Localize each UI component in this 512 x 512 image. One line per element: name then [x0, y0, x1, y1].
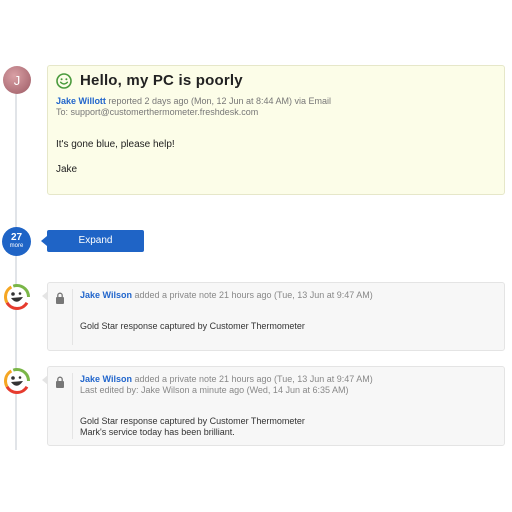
ticket-title: Hello, my PC is poorly: [80, 72, 243, 89]
more-label: more: [9, 243, 24, 249]
note-body-line: Gold Star response captured by Customer …: [80, 321, 305, 331]
note-divider: [72, 289, 73, 345]
lock-icon: [56, 292, 64, 304]
smile-icon: [56, 72, 72, 89]
ticket-signature: Jake: [56, 164, 78, 175]
note-body: Gold Star response captured by Customer …: [80, 416, 305, 438]
more-count: 27: [10, 232, 23, 243]
private-note-card: Jake Wilson added a private note 21 hour…: [42, 366, 505, 446]
ticket-header: Hello, my PC is poorly: [56, 72, 243, 89]
note-body: Gold Star response captured by Customer …: [80, 321, 305, 332]
note-author-link[interactable]: Jake Wilson: [80, 290, 132, 300]
ticket-body: It's gone blue, please help! Jake: [56, 139, 175, 189]
ticket-reported-info: reported 2 days ago (Mon, 12 Jun at 8:44…: [105, 96, 332, 106]
note-timestamp: added a private note 21 hours ago (Tue, …: [131, 290, 373, 300]
note-author-link[interactable]: Jake Wilson: [80, 374, 132, 384]
requester-avatar[interactable]: J: [3, 66, 31, 94]
avatar-initial: J: [13, 72, 21, 88]
expand-button[interactable]: Expand: [41, 230, 144, 252]
ticket-meta: Jake Willott reported 2 days ago (Mon, 1…: [56, 96, 331, 118]
note-meta: Jake Wilson added a private note 21 hour…: [80, 290, 373, 301]
private-note-card: Jake Wilson added a private note 21 hour…: [42, 282, 505, 351]
thermometer-logo-icon[interactable]: [3, 367, 31, 395]
more-conversations-badge[interactable]: 27 more: [2, 227, 31, 256]
ticket-description-card: Hello, my PC is poorly Jake Willott repo…: [47, 65, 505, 195]
requester-link[interactable]: Jake Willott: [56, 96, 106, 106]
timeline-line: [15, 90, 17, 450]
note-body-line: Mark's service today has been brilliant.: [80, 427, 235, 437]
lock-icon: [56, 376, 64, 388]
note-edited-info: Last edited by: Jake Wilson a minute ago…: [80, 385, 349, 395]
ticket-to-address: To: support@customerthermometer.freshdes…: [56, 107, 259, 117]
note-timestamp: added a private note 21 hours ago (Tue, …: [131, 374, 373, 384]
note-body-line: Gold Star response captured by Customer …: [80, 416, 305, 426]
note-divider: [72, 373, 73, 439]
thermometer-logo-icon[interactable]: [3, 283, 31, 311]
ticket-body-line: It's gone blue, please help!: [56, 139, 175, 150]
note-meta: Jake Wilson added a private note 21 hour…: [80, 374, 373, 396]
